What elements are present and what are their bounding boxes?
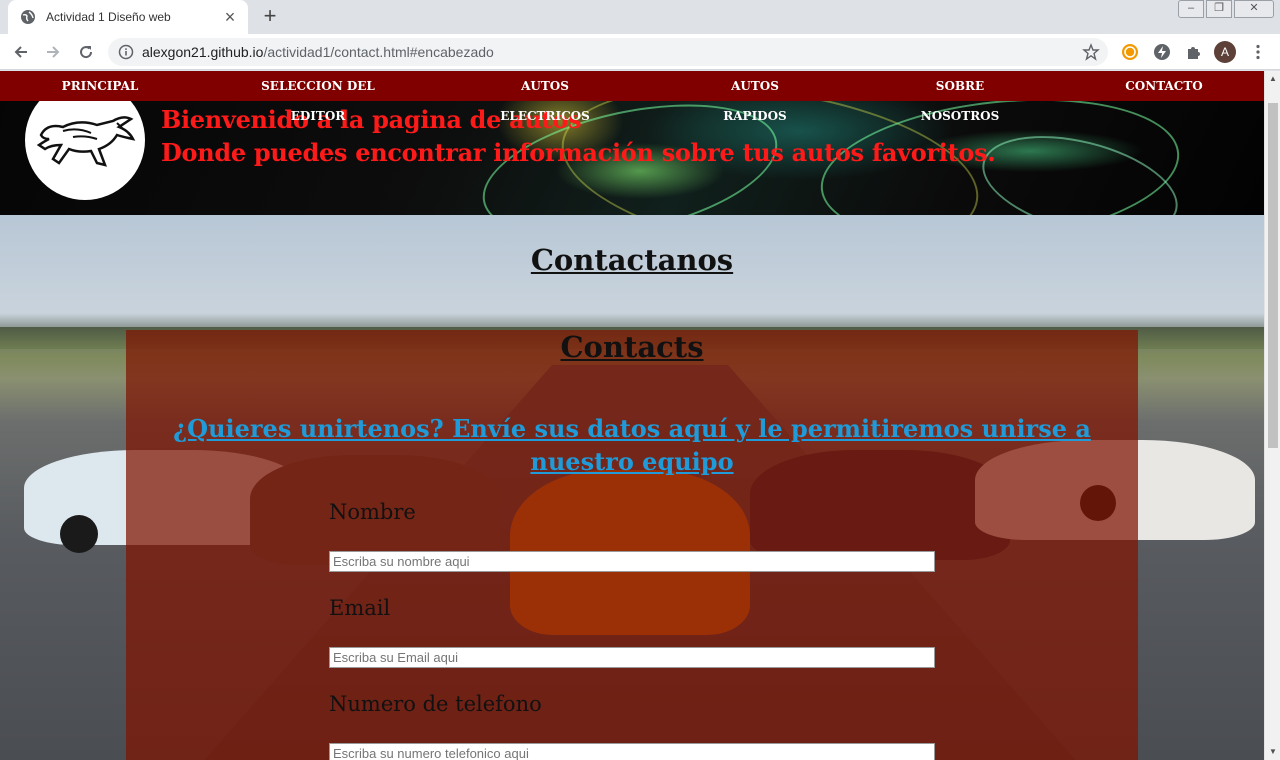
page-title: Contactanos	[530, 243, 734, 277]
nav-sobre-nosotros-line2[interactable]: NOSOTROS	[890, 101, 1030, 131]
nav-autos-electricos-line2[interactable]: ELECTRICOS	[475, 101, 615, 131]
panel-title: Contacts	[560, 330, 704, 364]
back-icon[interactable]	[9, 40, 33, 64]
bolt-extension-icon[interactable]	[1151, 41, 1173, 63]
url-path: /actividad1/contact.html#encabezado	[263, 44, 494, 60]
page-viewport: Bienvenido a la pagina de autos Donde pu…	[0, 71, 1264, 760]
nav-autos-rapidos-line2[interactable]: RAPIDOS	[685, 101, 825, 131]
top-navigation	[0, 71, 1264, 101]
close-icon[interactable]: ×	[222, 8, 238, 26]
globe-icon	[20, 9, 36, 25]
minimize-button[interactable]: –	[1178, 0, 1204, 18]
puzzle-icon[interactable]	[1183, 41, 1205, 63]
browser-toolbar: alexgon21.github.io/actividad1/contact.h…	[0, 34, 1280, 70]
url-host: alexgon21.github.io	[142, 44, 264, 60]
email-label: Email	[329, 596, 391, 620]
nav-autos-rapidos[interactable]: AUTOS	[685, 71, 825, 101]
window-controls: – ❐ ✕	[1176, 0, 1274, 20]
cars-background-image: Contactanos Contacts ¿Quieres unirtenos?…	[0, 215, 1264, 760]
address-bar[interactable]: alexgon21.github.io/actividad1/contact.h…	[108, 38, 1108, 66]
extension-icon[interactable]	[1119, 41, 1141, 63]
welcome-line-2: Donde puedes encontrar información sobre…	[161, 138, 996, 167]
name-label: Nombre	[329, 500, 416, 524]
name-input[interactable]: Escriba su nombre aqui	[329, 551, 935, 572]
email-input[interactable]: Escriba su Email aqui	[329, 647, 935, 668]
scroll-down-icon[interactable]: ▼	[1265, 744, 1280, 760]
phone-input[interactable]: Escriba su numero telefonico aqui	[329, 743, 935, 760]
nav-sobre-nosotros[interactable]: SOBRE	[890, 71, 1030, 101]
plus-icon[interactable]: +	[258, 5, 282, 29]
nav-autos-electricos[interactable]: AUTOS	[475, 71, 615, 101]
url-text: alexgon21.github.io/actividad1/contact.h…	[142, 44, 494, 60]
star-icon[interactable]	[1082, 43, 1100, 61]
phone-label: Numero de telefono	[329, 692, 542, 716]
avatar[interactable]: A	[1214, 41, 1236, 63]
page-scrollbar[interactable]: ▲ ▼	[1264, 71, 1280, 760]
scrollbar-thumb[interactable]	[1268, 103, 1278, 448]
restore-button[interactable]: ❐	[1206, 0, 1232, 18]
nav-principal[interactable]: PRINCIPAL	[40, 71, 160, 101]
nav-contacto[interactable]: CONTACTO	[1104, 71, 1224, 101]
nav-seleccion-del-editor[interactable]: SELECCION DEL	[228, 71, 408, 101]
info-icon[interactable]	[118, 44, 134, 60]
scroll-up-icon[interactable]: ▲	[1265, 71, 1280, 87]
tab-title: Actividad 1 Diseño web	[46, 10, 171, 24]
menu-dots-icon[interactable]	[1247, 41, 1269, 63]
forward-icon[interactable]	[41, 40, 65, 64]
nav-seleccion-del-editor-line2[interactable]: EDITOR	[228, 101, 408, 131]
tab-strip: Actividad 1 Diseño web × + – ❐ ✕	[0, 0, 1280, 34]
join-team-link[interactable]: ¿Quieres unirtenos? Envíe sus datos aquí…	[166, 412, 1098, 478]
reload-icon[interactable]	[74, 40, 98, 64]
close-window-button[interactable]: ✕	[1234, 0, 1274, 18]
contact-panel: Contacts ¿Quieres unirtenos? Envíe sus d…	[126, 330, 1138, 760]
browser-tab[interactable]: Actividad 1 Diseño web ×	[8, 0, 248, 34]
